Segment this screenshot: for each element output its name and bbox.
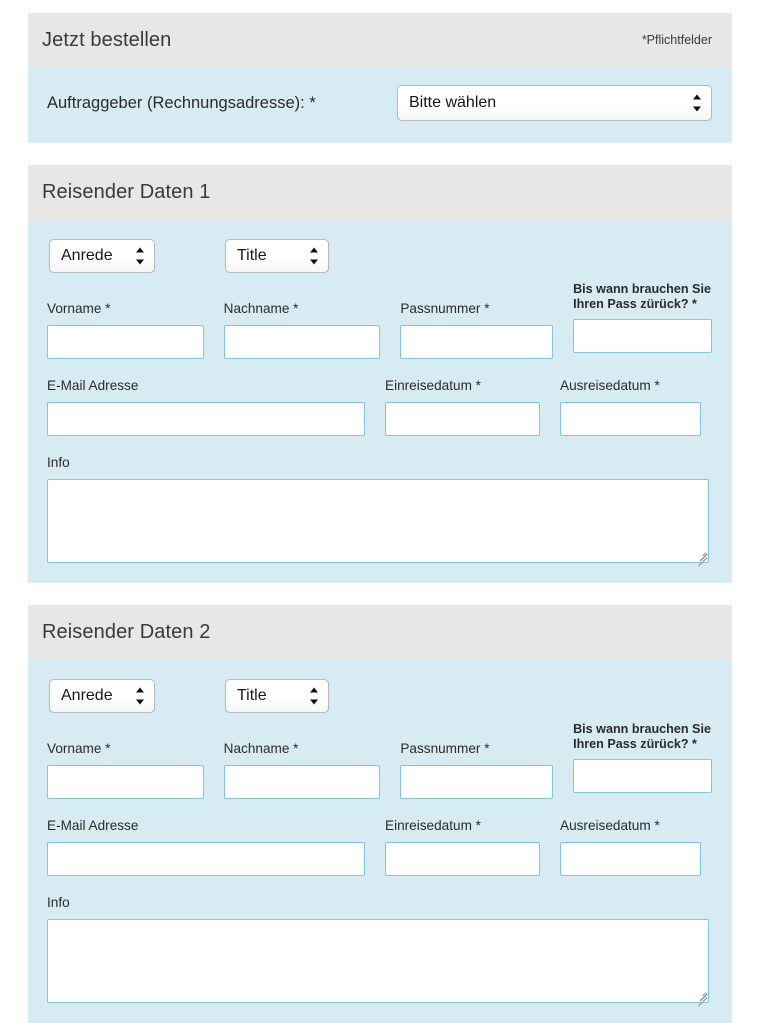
traveller-2-passport-number-input[interactable]: [400, 765, 554, 799]
traveller-2-row-contact: E-Mail Adresse Einreisedatum * Ausreised…: [47, 799, 712, 876]
traveller-1-info-textarea[interactable]: [47, 479, 709, 563]
traveller-1-salutation-select[interactable]: Anrede: [49, 239, 155, 273]
traveller-2-body: Anrede Title Vorname * Nachname * Passnu…: [28, 659, 732, 1023]
traveller-2-entry-date-field: Einreisedatum *: [385, 818, 540, 876]
traveller-2-selects-row: Anrede Title: [47, 677, 712, 727]
traveller-2-last-name-input[interactable]: [223, 765, 381, 799]
traveller-2-passport-number-label: Passnummer *: [400, 741, 490, 756]
client-label: Auftraggeber (Rechnungsadresse): *: [47, 93, 316, 112]
order-panel-body: Auftraggeber (Rechnungsadresse): * Bitte…: [28, 67, 732, 143]
traveller-1-email-label: E-Mail Adresse: [47, 378, 139, 393]
traveller-2-entry-date-label: Einreisedatum *: [385, 818, 481, 833]
traveller-1-title-select[interactable]: Title: [225, 239, 329, 273]
order-panel: Jetzt bestellen *Pflichtfelder Auftragge…: [28, 13, 732, 143]
traveller-1-exit-date-input[interactable]: [560, 402, 701, 436]
traveller-1-info-field: Info: [47, 436, 712, 567]
traveller-1-passport-return-field: Bis wann brauchen Sie Ihren Pass zürück?…: [573, 282, 713, 359]
traveller-2-exit-date-label: Ausreisedatum *: [560, 818, 660, 833]
traveller-1-passport-number-label: Passnummer *: [400, 301, 490, 316]
chevron-up-down-icon: [310, 687, 319, 705]
client-select[interactable]: Bitte wählen: [397, 85, 712, 121]
traveller-1-info-label: Info: [47, 455, 70, 470]
traveller-2-info-wrap: [47, 919, 709, 1007]
traveller-1-passport-return-input[interactable]: [573, 318, 713, 353]
traveller-2-first-name-field: Vorname *: [47, 741, 204, 799]
traveller-1-entry-date-input[interactable]: [385, 402, 540, 436]
traveller-2-passport-return-label: Bis wann brauchen Sie Ihren Pass zürück?…: [573, 722, 711, 751]
traveller-1-row-names: Vorname * Nachname * Passnummer * Bis wa…: [47, 282, 713, 359]
chevron-up-down-icon: [136, 687, 145, 705]
traveller-1-first-name-field: Vorname *: [47, 301, 204, 359]
traveller-2-title-select[interactable]: Title: [225, 679, 329, 713]
traveller-2-info-field: Info: [47, 876, 712, 1007]
traveller-1-info-wrap: [47, 479, 709, 567]
traveller-1-last-name-label: Nachname *: [223, 301, 299, 316]
traveller-1-last-name-input[interactable]: [223, 325, 381, 359]
traveller-1-first-name-input[interactable]: [47, 325, 204, 359]
page-title: Jetzt bestellen: [42, 29, 172, 51]
traveller-panel-2: Reisender Daten 2 Anrede Title Vorname *…: [28, 605, 732, 1023]
traveller-2-salutation-select[interactable]: Anrede: [49, 679, 155, 713]
traveller-2-entry-date-input[interactable]: [385, 842, 540, 876]
traveller-2-passport-number-field: Passnummer *: [400, 741, 554, 799]
traveller-1-salutation-value: Anrede: [61, 247, 113, 264]
traveller-1-title: Reisender Daten 1: [42, 181, 211, 203]
traveller-2-info-textarea[interactable]: [47, 919, 709, 1003]
required-fields-note: *Pflichtfelder: [641, 33, 712, 47]
traveller-1-passport-number-input[interactable]: [400, 325, 554, 359]
traveller-2-row-names: Vorname * Nachname * Passnummer * Bis wa…: [47, 722, 713, 799]
traveller-1-exit-date-label: Ausreisedatum *: [560, 378, 660, 393]
traveller-2-title-value: Title: [237, 687, 267, 704]
traveller-1-email-input[interactable]: [47, 402, 365, 436]
traveller-2-info-label: Info: [47, 895, 70, 910]
traveller-1-first-name-label: Vorname *: [47, 301, 111, 316]
traveller-2-email-label: E-Mail Adresse: [47, 818, 139, 833]
traveller-1-title-value: Title: [237, 247, 267, 264]
client-row: Auftraggeber (Rechnungsadresse): * Bitte…: [47, 85, 712, 123]
traveller-2-last-name-label: Nachname *: [223, 741, 299, 756]
traveller-2-header: Reisender Daten 2: [28, 605, 732, 659]
traveller-1-exit-date-field: Ausreisedatum *: [560, 378, 701, 436]
traveller-1-email-field: E-Mail Adresse: [47, 378, 365, 436]
traveller-2-passport-return-field: Bis wann brauchen Sie Ihren Pass zürück?…: [573, 722, 713, 799]
chevron-up-down-icon: [693, 94, 702, 112]
traveller-panel-1: Reisender Daten 1 Anrede Title Vorname *…: [28, 165, 732, 583]
chevron-up-down-icon: [310, 247, 319, 265]
traveller-2-first-name-label: Vorname *: [47, 741, 111, 756]
traveller-2-email-field: E-Mail Adresse: [47, 818, 365, 876]
traveller-2-salutation-value: Anrede: [61, 687, 113, 704]
order-panel-header: Jetzt bestellen *Pflichtfelder: [28, 13, 732, 67]
order-form-page: Jetzt bestellen *Pflichtfelder Auftragge…: [0, 0, 780, 1023]
traveller-1-header: Reisender Daten 1: [28, 165, 732, 219]
traveller-2-exit-date-field: Ausreisedatum *: [560, 818, 701, 876]
traveller-1-passport-return-label: Bis wann brauchen Sie Ihren Pass zürück?…: [573, 282, 711, 311]
chevron-up-down-icon: [136, 247, 145, 265]
traveller-2-passport-return-input[interactable]: [573, 758, 713, 793]
traveller-1-body: Anrede Title Vorname * Nachname * Passnu…: [28, 219, 732, 583]
traveller-1-passport-number-field: Passnummer *: [400, 301, 554, 359]
traveller-1-entry-date-field: Einreisedatum *: [385, 378, 540, 436]
traveller-1-row-contact: E-Mail Adresse Einreisedatum * Ausreised…: [47, 359, 712, 436]
client-select-value: Bitte wählen: [409, 94, 497, 111]
traveller-1-last-name-field: Nachname *: [223, 301, 381, 359]
traveller-2-first-name-input[interactable]: [47, 765, 204, 799]
traveller-2-exit-date-input[interactable]: [560, 842, 701, 876]
traveller-2-title: Reisender Daten 2: [42, 621, 211, 643]
traveller-1-entry-date-label: Einreisedatum *: [385, 378, 481, 393]
traveller-2-last-name-field: Nachname *: [223, 741, 381, 799]
traveller-2-email-input[interactable]: [47, 842, 365, 876]
traveller-1-selects-row: Anrede Title: [47, 237, 712, 287]
